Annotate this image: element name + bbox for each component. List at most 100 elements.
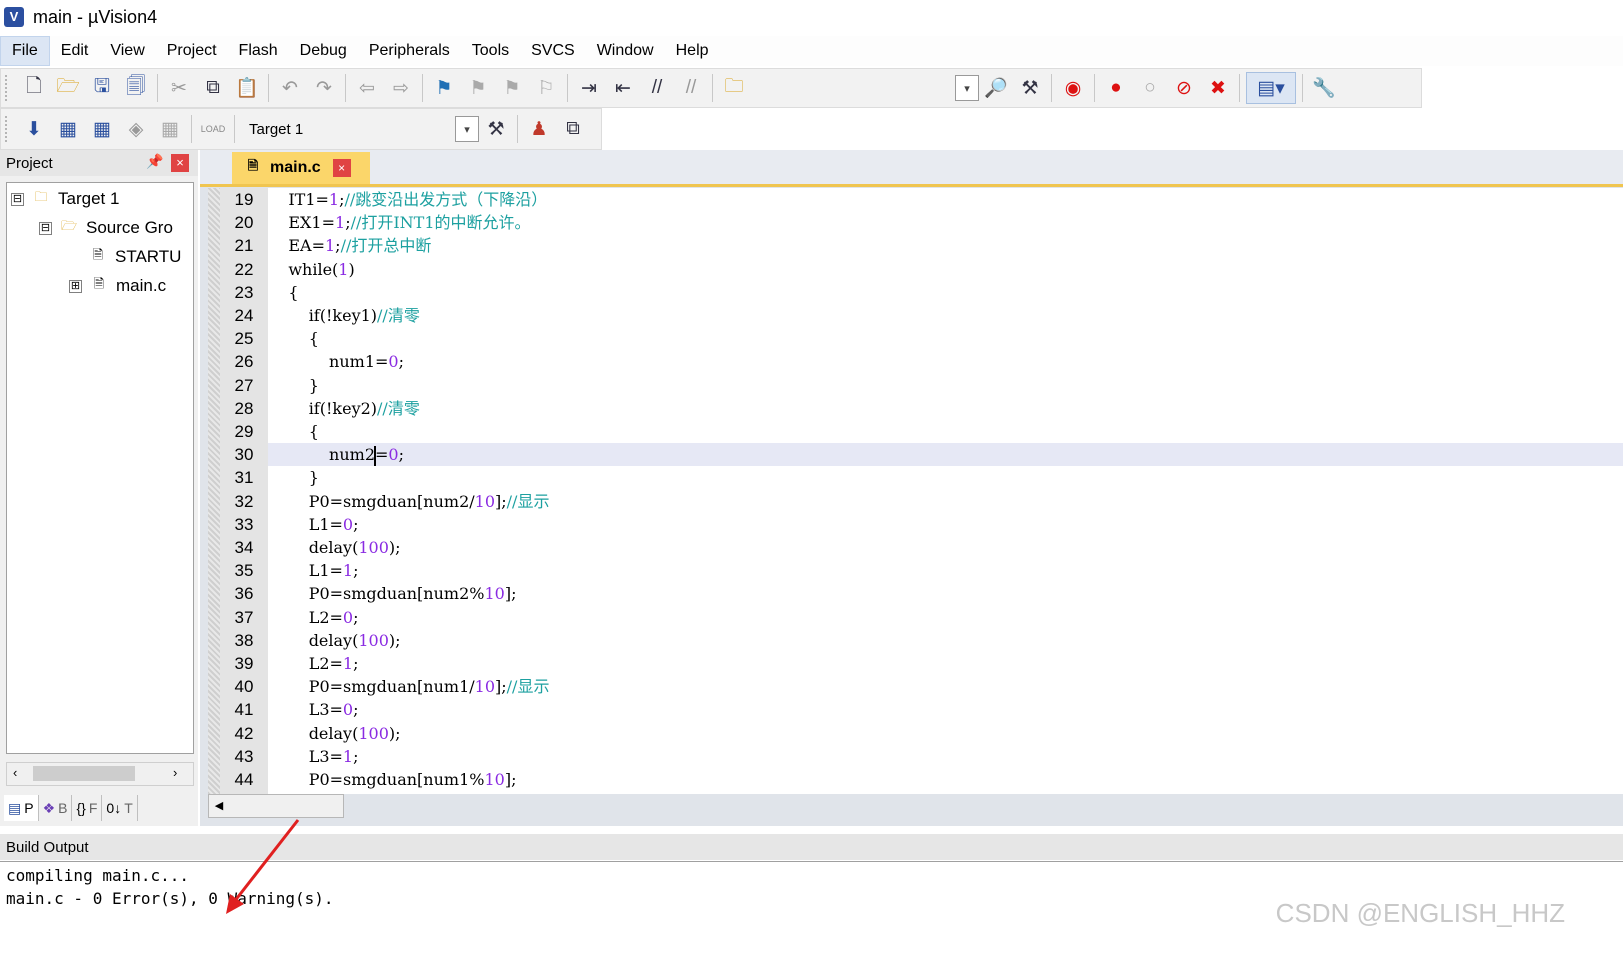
code-line[interactable]: L3=1; <box>268 745 359 768</box>
code-editor[interactable]: IT1=1;//跳变沿出发方式（下降沿） EX1=1;//打开INT1的中断允许… <box>268 188 1623 794</box>
cut-icon[interactable]: ✂ <box>164 73 194 103</box>
menu-view[interactable]: View <box>99 37 155 65</box>
paste-icon[interactable]: 📋 <box>232 73 262 103</box>
collapse-icon[interactable]: ⊟ <box>11 192 24 206</box>
code-line[interactable]: L2=1; <box>268 652 359 675</box>
code-line[interactable]: num1=0; <box>268 350 404 373</box>
indent-icon[interactable]: ⇥ <box>574 73 604 103</box>
clear-bookmarks-icon[interactable]: ⚐ <box>531 73 561 103</box>
target-dropdown-icon[interactable]: ▾ <box>455 116 479 142</box>
manage-components-icon[interactable]: ♟ <box>524 114 554 144</box>
select-packs-icon[interactable]: ⧉ <box>558 114 588 144</box>
save-icon[interactable]: 🖫 <box>87 73 117 103</box>
copy-icon[interactable]: ⧉ <box>198 73 228 103</box>
incremental-find-icon[interactable]: ⚒ <box>1015 73 1045 103</box>
code-line[interactable]: P0=smgduan[num2%10]; <box>268 582 517 605</box>
scroll-left-icon[interactable]: ◀ <box>208 798 230 814</box>
target-select[interactable]: Target 1 <box>249 116 455 142</box>
menu-window[interactable]: Window <box>586 37 665 65</box>
undo-icon[interactable]: ↶ <box>275 73 305 103</box>
code-line[interactable]: } <box>268 374 319 397</box>
code-line[interactable]: delay(100); <box>268 629 401 652</box>
nav-back-icon[interactable]: ⇦ <box>352 73 382 103</box>
code-line[interactable]: if(!key1)//清零 <box>268 304 420 327</box>
disable-all-breakpoints-icon[interactable]: ⊘ <box>1169 73 1199 103</box>
code-line[interactable]: L3=0; <box>268 698 359 721</box>
breakpoint-icon[interactable]: ● <box>1101 73 1131 103</box>
toolbar-grip[interactable] <box>5 75 11 101</box>
menu-project[interactable]: Project <box>156 37 228 65</box>
code-line[interactable]: EA=1;//打开总中断 <box>268 234 431 257</box>
code-line[interactable]: P0=smgduan[num1/10];//显示 <box>268 675 550 698</box>
code-line[interactable]: { <box>268 420 319 443</box>
code-line[interactable]: P0=smgduan[num1%10]; <box>268 768 517 791</box>
code-line[interactable]: num2=0; <box>268 443 1623 467</box>
find-icon[interactable]: 🔎 <box>981 73 1011 103</box>
code-line[interactable]: P0=smgduan[num2/10];//显示 <box>268 490 550 513</box>
scroll-left-icon[interactable]: ‹ <box>13 765 17 780</box>
line-number-gutter[interactable]: 19 20 21 22 23 24 25 26 27 28 29 30 31 32 33 34 35 36 37 38… <box>208 188 269 794</box>
menu-peripherals[interactable]: Peripherals <box>358 37 461 65</box>
code-line[interactable]: { <box>268 327 319 350</box>
nav-forward-icon[interactable]: ⇨ <box>386 73 416 103</box>
build-icon[interactable]: ▦ <box>53 114 83 144</box>
disable-breakpoint-icon[interactable]: ○ <box>1135 73 1165 103</box>
menu-edit[interactable]: Edit <box>50 37 100 65</box>
rebuild-icon[interactable]: ▦ <box>87 114 117 144</box>
configuration-wrench-icon[interactable]: 🔧 <box>1309 73 1339 103</box>
translate-icon[interactable]: ⬇ <box>19 114 49 144</box>
code-line[interactable]: { <box>268 281 298 304</box>
prev-bookmark-icon[interactable]: ⚑ <box>463 73 493 103</box>
pin-icon[interactable]: 📌 <box>146 153 163 170</box>
new-file-icon[interactable]: 🗋 <box>19 73 49 103</box>
tree-item-source-group[interactable]: ⊟ 🗁 Source Gro <box>39 216 173 240</box>
menu-debug[interactable]: Debug <box>289 37 358 65</box>
tab-templates[interactable]: 0↓ T <box>102 795 138 821</box>
tab-functions[interactable]: {} F <box>72 795 103 821</box>
close-icon[interactable]: × <box>332 159 351 177</box>
menu-file[interactable]: File <box>0 36 50 66</box>
redo-icon[interactable]: ↷ <box>309 73 339 103</box>
scroll-thumb[interactable] <box>33 766 135 781</box>
code-line[interactable]: EX1=1;//打开INT1的中断允许。 <box>268 211 530 234</box>
toolbar-grip[interactable] <box>5 116 11 142</box>
tree-item-startup[interactable]: 🗎 STARTU <box>87 245 182 269</box>
expand-icon[interactable]: ⊞ <box>69 279 82 293</box>
menu-help[interactable]: Help <box>665 37 720 65</box>
comment-icon[interactable]: // <box>642 73 672 103</box>
unindent-icon[interactable]: ⇤ <box>608 73 638 103</box>
target-options-icon[interactable]: ⚒ <box>481 114 511 144</box>
code-line[interactable]: L2=0; <box>268 606 359 629</box>
open-folder-icon[interactable]: 🗁 <box>53 73 83 103</box>
save-all-icon[interactable]: 🗐 <box>121 73 151 103</box>
code-line[interactable]: IT1=1;//跳变沿出发方式（下降沿） <box>268 188 547 211</box>
tab-main-c[interactable]: 🗎 main.c × <box>232 152 370 184</box>
tree-item-main-c[interactable]: ⊞ 🗎 main.c <box>69 274 166 298</box>
tab-project[interactable]: ▤ P <box>4 795 39 821</box>
close-icon[interactable]: × <box>171 154 189 172</box>
menu-svcs[interactable]: SVCS <box>520 37 586 65</box>
scroll-right-icon[interactable]: › <box>173 765 177 780</box>
tree-item-target[interactable]: ⊟ 🗀 Target 1 <box>11 187 119 211</box>
code-line[interactable]: while(1) <box>268 258 354 281</box>
kill-all-breakpoints-icon[interactable]: ✖ <box>1203 73 1233 103</box>
bookmark-icon[interactable]: ⚑ <box>429 73 459 103</box>
debug-session-icon[interactable]: ◉ <box>1058 73 1088 103</box>
menu-flash[interactable]: Flash <box>228 37 289 65</box>
load-download-icon[interactable]: LOAD <box>198 114 228 144</box>
stop-build-icon[interactable]: ▦ <box>155 114 185 144</box>
code-line[interactable]: if(!key2)//清零 <box>268 397 420 420</box>
code-line[interactable]: } <box>268 466 319 489</box>
window-layout-icon[interactable]: ▤▾ <box>1246 72 1296 104</box>
code-line[interactable]: L1=0; <box>268 513 359 536</box>
next-bookmark-icon[interactable]: ⚑ <box>497 73 527 103</box>
menu-tools[interactable]: Tools <box>461 37 520 65</box>
tab-books[interactable]: ❖ B <box>39 795 73 821</box>
find-in-files-icon[interactable]: 🗀 <box>719 73 749 103</box>
find-dropdown-icon[interactable]: ▾ <box>955 75 979 101</box>
uncomment-icon[interactable]: // <box>676 73 706 103</box>
tree-horizontal-scrollbar[interactable]: ‹ › <box>6 762 194 786</box>
code-line[interactable]: L1=1; <box>268 559 359 582</box>
code-line[interactable]: delay(100); <box>268 722 401 745</box>
code-line[interactable]: delay(100); <box>268 536 401 559</box>
